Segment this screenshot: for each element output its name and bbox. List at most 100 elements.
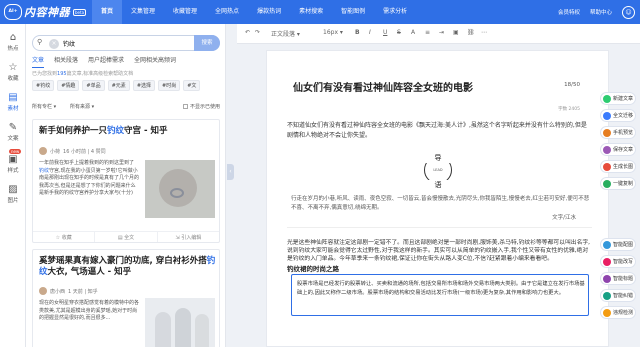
- result-card[interactable]: 新手如何养护一只钓纹守宫 - 知乎 小荷 16 小时前 | 4 赞同 一年前我在…: [32, 119, 220, 243]
- keyword-chip[interactable]: #情趣: [57, 80, 80, 91]
- result-card[interactable]: 奚梦瑶果真有嫁入豪门的功底, 穿白衬衫外搭钓纹大衣, 气场逼人 - 知乎 唐小西…: [32, 249, 220, 347]
- save-icon: [603, 145, 611, 154]
- phone-preview-icon: [603, 128, 611, 137]
- paragraph-format-select[interactable]: 正文段落 ▾: [271, 29, 300, 38]
- new-article-button[interactable]: 新建文章: [600, 92, 636, 105]
- rail-article[interactable]: ✎ 文案: [0, 122, 26, 142]
- hide-used-checkbox[interactable]: 不显示已使用: [182, 103, 220, 110]
- phone-preview-button[interactable]: 手机预览: [600, 126, 636, 139]
- author-name: 唐小西: [50, 288, 66, 295]
- keyword-chip[interactable]: #文: [183, 80, 201, 91]
- undo-icon[interactable]: ↶: [245, 29, 250, 36]
- user-avatar-icon[interactable]: ☺: [622, 5, 636, 19]
- selected-paragraph[interactable]: 股票市场是已经发行的股票转让、买卖和流通的场所,包括交易所市场和场外交易市场两大…: [291, 274, 589, 316]
- card-meta: 小荷 16 小时前 | 4 赞同: [39, 147, 106, 155]
- font-color-icon[interactable]: A: [411, 29, 415, 36]
- import-editor-button[interactable]: ⇲ 引入编辑: [158, 232, 219, 242]
- source-select[interactable]: 所有来源 ▾: [70, 103, 94, 110]
- save-article-button[interactable]: 保存文章: [600, 143, 636, 156]
- italic-icon[interactable]: I: [369, 29, 371, 36]
- sort-select[interactable]: 所有专栏 ▾: [32, 103, 56, 110]
- lead-char-bottom: 语: [425, 180, 451, 190]
- search-panel: ⚲ × 搜索 文章 相关段落 用户超棒需求 全网相关高频词 已为您找到195篇文…: [26, 24, 226, 347]
- editor-canvas[interactable]: 仙女们有没有看过神仙阵容全女班的电影 18/50 字数 2405 不知道仙女们有…: [266, 50, 609, 347]
- strikethrough-icon[interactable]: S: [397, 29, 401, 36]
- tab-high-freq-words[interactable]: 全网相关高频词: [134, 55, 176, 68]
- lead-label: LEAD: [433, 168, 443, 172]
- nav-smart-illustration[interactable]: 智能图例: [332, 0, 374, 24]
- font-size-select[interactable]: 16px ▾: [323, 29, 343, 36]
- tab-user-demand[interactable]: 用户超棒需求: [88, 55, 124, 68]
- nav-hot-words[interactable]: 爆款热词: [248, 0, 290, 24]
- insert-image-icon[interactable]: ▣: [453, 29, 459, 36]
- lead-quote[interactable]: 行走在岁月的小巷,听风、读雨、夜色空寂、一切皆云,皆会慢慢散去,光阴尽头,你我皆…: [291, 195, 591, 213]
- document-title[interactable]: 仙女们有没有看过神仙阵容全女班的电影: [293, 79, 473, 94]
- search-input[interactable]: [63, 38, 183, 49]
- keyword-chip[interactable]: #单品: [82, 80, 105, 91]
- nav-hot-topics[interactable]: 全网热点: [206, 0, 248, 24]
- keyword-chip[interactable]: #元素: [107, 80, 130, 91]
- card-thumbnail: [145, 298, 215, 347]
- smart-image-button[interactable]: 智能配图: [600, 238, 636, 251]
- left-rail: ⌂ 热点 ☆ 收藏 ▤ 素材 ✎ 文案 new ▣ 样式 ▨ 图片: [0, 24, 26, 347]
- insert-link-icon[interactable]: ⛓: [467, 29, 475, 36]
- keyword-chip[interactable]: #选择: [132, 80, 156, 91]
- card-title[interactable]: 新手如何养护一只钓纹守宫 - 知乎: [39, 126, 217, 137]
- smart-title-button[interactable]: 智能标题: [600, 272, 636, 285]
- violation-check-button[interactable]: 违规检测: [600, 306, 636, 319]
- hint-suffix[interactable]: 篇文章,标准高级检索帮助文档: [67, 71, 134, 77]
- section-heading[interactable]: 钓纹裙的时尚之路: [287, 263, 339, 273]
- new-badge: new: [9, 149, 22, 154]
- rail-style[interactable]: new ▣ 样式: [0, 149, 26, 174]
- tab-articles[interactable]: 文章: [32, 55, 45, 68]
- material-icon: ▤: [8, 92, 18, 103]
- selected-text[interactable]: 股票市场是已经发行的股票转让、买卖和流通的场所,包括交易所市场和场外交易市场两大…: [297, 280, 585, 298]
- clear-icon[interactable]: ×: [49, 38, 59, 49]
- rail-material[interactable]: ▤ 素材: [0, 92, 26, 112]
- nav-demand-analysis[interactable]: 需求分析: [374, 0, 416, 24]
- help-center-link[interactable]: 帮助中心: [590, 8, 612, 16]
- favorite-button[interactable]: ☆ 收藏: [33, 232, 96, 242]
- action-label: 生成长图: [613, 164, 634, 170]
- collapse-panel-button[interactable]: ‹: [227, 164, 234, 180]
- copy-button[interactable]: 一键复制: [600, 177, 636, 190]
- author-name: 小荷: [50, 148, 61, 155]
- list-icon[interactable]: ≡: [425, 29, 430, 36]
- nav-collection-manage[interactable]: 文集管理: [122, 0, 164, 24]
- keyword-chip[interactable]: #时尚: [158, 80, 181, 91]
- paragraph-body[interactable]: 光是这些神仙阵容就注定这部剧一定错不了。而且这部剧绝对是一部时尚剧,服饰美,杀马…: [287, 239, 592, 263]
- more-icon[interactable]: ⋯: [481, 29, 487, 36]
- editor-toolbar: ↶ ↷ 正文段落 ▾ 16px ▾ B I U S A ≡ ⇥ ▣ ⛓ ⋯: [237, 24, 640, 44]
- paragraph-intro[interactable]: 不知道仙女们有没有看过神仙阵容全女班的电影《飘天过海:美人计》,虽然这个名字听起…: [287, 121, 592, 140]
- rail-image[interactable]: ▨ 图片: [0, 184, 26, 204]
- nav-home[interactable]: 首页: [92, 0, 123, 24]
- search-button[interactable]: 搜索: [194, 35, 220, 51]
- keyword-chip[interactable]: #钓纹: [32, 80, 55, 91]
- redo-icon[interactable]: ↷: [255, 29, 260, 36]
- rail-label: 样式: [7, 168, 19, 174]
- bold-icon[interactable]: B: [355, 29, 360, 36]
- card-title[interactable]: 奚梦瑶果真有嫁入豪门的功底, 穿白衬衫外搭钓纹大衣, 气场逼人 - 知乎: [39, 256, 217, 278]
- avatar: [39, 287, 47, 295]
- style-icon: ▣: [8, 154, 18, 165]
- page-counter: 18/50: [564, 82, 580, 88]
- underline-icon[interactable]: U: [383, 29, 387, 36]
- migrate-button[interactable]: 全文迁移: [600, 109, 636, 122]
- full-text-button[interactable]: ▤ 全文: [95, 232, 158, 242]
- member-center-link[interactable]: 会员特权: [558, 8, 580, 16]
- rewrite-button[interactable]: 智能改写: [600, 255, 636, 268]
- action-label: 智能标题: [613, 276, 634, 282]
- rail-hot[interactable]: ⌂ 热点: [0, 32, 26, 52]
- new-article-icon: [603, 94, 611, 103]
- word-count: 字数 2405: [558, 107, 580, 112]
- indent-icon[interactable]: ⇥: [439, 29, 444, 36]
- nav-material-search[interactable]: 素材搜索: [290, 0, 332, 24]
- long-image-button[interactable]: 生成长图: [600, 160, 636, 173]
- nav-favorites-manage[interactable]: 收藏管理: [164, 0, 206, 24]
- tab-related-paragraphs[interactable]: 相关段落: [54, 55, 78, 68]
- card-excerpt: 现在的女明星穿衣搭配感觉有着的模特中的各类款美,尤其是超模出身的奚梦瑶,她对于时…: [39, 300, 140, 321]
- proofread-button[interactable]: 智能纠错: [600, 289, 636, 302]
- logo[interactable]: AI+ 内容神器 beta: [4, 2, 87, 22]
- smart-image-icon: [603, 240, 611, 249]
- rail-collect[interactable]: ☆ 收藏: [0, 62, 26, 82]
